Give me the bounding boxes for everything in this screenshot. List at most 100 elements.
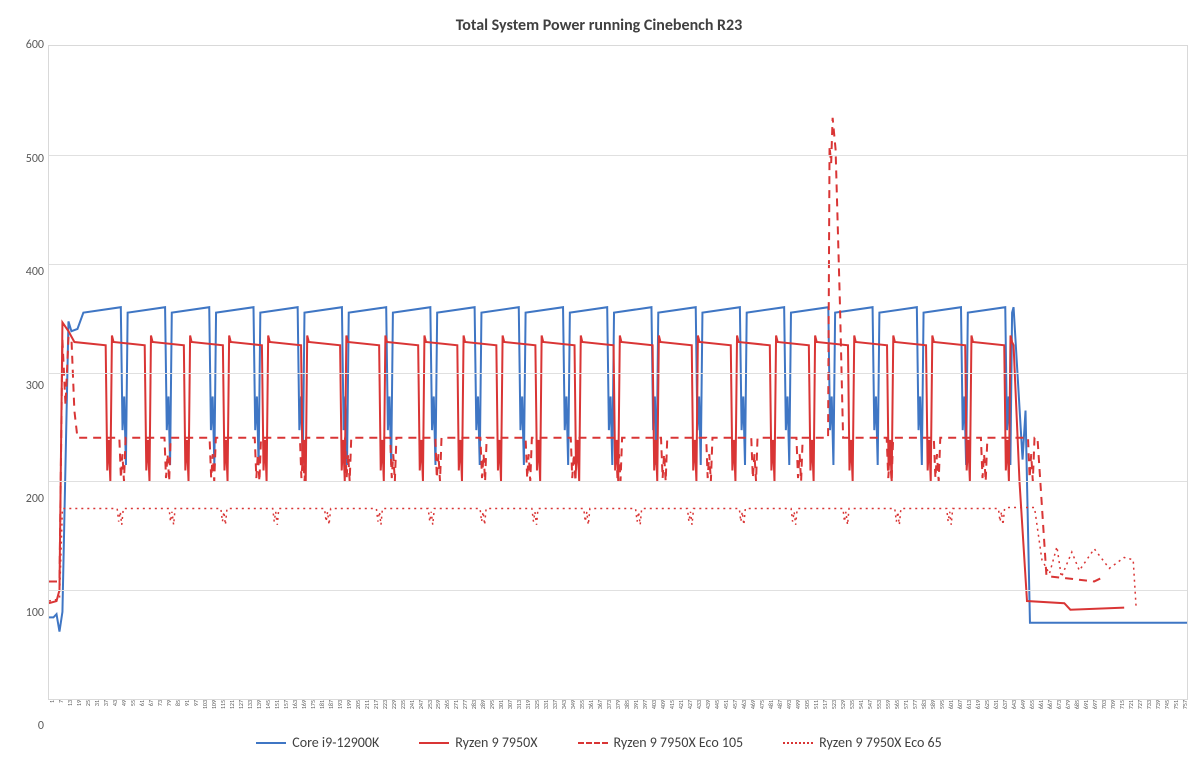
x-tick-label: 115 (219, 700, 227, 709)
x-tick-label: 73 (156, 700, 164, 706)
x-tick-label: 193 (336, 700, 344, 709)
x-tick-label: 661 (1037, 700, 1045, 709)
x-tick-label: 307 (506, 700, 514, 709)
x-tick-label: 187 (327, 700, 335, 709)
x-tick-label: 721 (1127, 700, 1135, 709)
x-tick-label: 55 (129, 700, 137, 706)
x-tick-label: 157 (282, 700, 290, 709)
x-tick-label: 97 (192, 700, 200, 706)
x-tick-label: 697 (1091, 700, 1099, 709)
x-tick-label: 37 (102, 700, 110, 706)
x-tick-label: 247 (417, 700, 425, 709)
x-tick-label: 295 (488, 700, 496, 709)
x-tick-label: 253 (426, 700, 434, 709)
x-tick-label: 553 (875, 700, 883, 709)
x-tick-label: 613 (965, 700, 973, 709)
x-tick-label: 655 (1028, 700, 1036, 709)
x-tick-label: 433 (695, 700, 703, 709)
x-tick-label: 493 (785, 700, 793, 709)
legend-swatch (256, 742, 286, 744)
x-tick-label: 211 (363, 700, 371, 709)
legend-label: Ryzen 9 7950X Eco 65 (819, 734, 942, 751)
chart-title: Total System Power running Cinebench R23 (10, 10, 1188, 45)
legend-swatch (783, 742, 813, 744)
x-tick-label: 529 (839, 700, 847, 709)
x-tick-label: 223 (381, 700, 389, 709)
x-tick-label: 169 (300, 700, 308, 709)
x-tick-label: 121 (228, 700, 236, 709)
x-tick-label: 349 (569, 700, 577, 709)
x-tick-label: 739 (1154, 700, 1162, 709)
legend-label: Ryzen 9 7950X Eco 105 (614, 734, 744, 751)
x-tick-label: 565 (893, 700, 901, 709)
legend-label: Ryzen 9 7950X (455, 734, 537, 751)
x-tick-label: 205 (354, 700, 362, 709)
x-tick-label: 283 (470, 700, 478, 709)
x-tick-label: 325 (533, 700, 541, 709)
x-tick-label: 181 (318, 700, 326, 709)
x-tick-label: 319 (524, 700, 532, 709)
x-tick-label: 67 (147, 700, 155, 706)
x-tick-label: 385 (623, 700, 631, 709)
x-tick-label: 19 (75, 700, 83, 706)
x-tick-label: 589 (929, 700, 937, 709)
x-tick-label: 727 (1136, 700, 1144, 709)
x-tick-label: 583 (920, 700, 928, 709)
x-tick-label: 241 (408, 700, 416, 709)
x-tick-label: 343 (560, 700, 568, 709)
x-tick-label: 703 (1100, 700, 1108, 709)
x-tick-label: 31 (93, 700, 101, 706)
x-tick-label: 649 (1019, 700, 1027, 709)
gridline (49, 155, 1187, 156)
x-tick-label: 361 (587, 700, 595, 709)
y-tick-label: 100 (26, 606, 44, 620)
x-tick-label: 481 (767, 700, 775, 709)
x-tick-label: 439 (704, 700, 712, 709)
x-tick-label: 457 (731, 700, 739, 709)
x-tick-label: 445 (713, 700, 721, 709)
legend-label: Core i9-12900K (292, 734, 379, 751)
x-tick-label: 715 (1118, 700, 1126, 709)
x-tick-label: 391 (632, 700, 640, 709)
y-tick-label: 300 (26, 379, 44, 393)
x-tick-label: 13 (66, 700, 74, 706)
x-tick-label: 421 (677, 700, 685, 709)
y-axis: 0100200300400500600 (10, 45, 48, 726)
x-tick-label: 619 (974, 700, 982, 709)
y-tick-label: 200 (26, 492, 44, 506)
x-tick-label: 409 (659, 700, 667, 709)
plot-area (48, 45, 1188, 700)
x-tick-label: 637 (1001, 700, 1009, 709)
x-tick-label: 667 (1046, 700, 1054, 709)
series-line (49, 118, 1103, 582)
legend-item: Ryzen 9 7950X (419, 734, 537, 751)
plot-and-x: 1713192531374349556167737985919710310911… (48, 45, 1188, 726)
x-tick-label: 757 (1181, 700, 1189, 709)
x-tick-label: 397 (641, 700, 649, 709)
legend: Core i9-12900K Ryzen 9 7950X Ryzen 9 7950X… (10, 726, 1188, 755)
legend-item: Ryzen 9 7950X Eco 65 (783, 734, 942, 751)
x-tick-label: 25 (84, 700, 92, 706)
x-tick-label: 43 (111, 700, 119, 706)
y-tick-label: 600 (26, 38, 44, 52)
x-tick-label: 331 (542, 700, 550, 709)
x-tick-label: 463 (740, 700, 748, 709)
x-tick-label: 415 (668, 700, 676, 709)
x-axis: 1713192531374349556167737985919710310911… (48, 700, 1188, 726)
x-tick-label: 559 (884, 700, 892, 709)
x-tick-label: 487 (776, 700, 784, 709)
x-tick-label: 643 (1010, 700, 1018, 709)
x-tick-label: 85 (174, 700, 182, 706)
x-tick-label: 289 (479, 700, 487, 709)
series-line (49, 507, 1136, 607)
x-tick-label: 229 (390, 700, 398, 709)
x-tick-label: 91 (183, 700, 191, 706)
x-tick-label: 7 (57, 700, 65, 703)
x-tick-label: 1 (48, 700, 56, 703)
x-tick-label: 631 (992, 700, 1000, 709)
x-tick-label: 517 (821, 700, 829, 709)
gridline (49, 264, 1187, 265)
x-tick-label: 151 (273, 700, 281, 709)
gridline (49, 590, 1187, 591)
x-tick-label: 745 (1163, 700, 1171, 709)
